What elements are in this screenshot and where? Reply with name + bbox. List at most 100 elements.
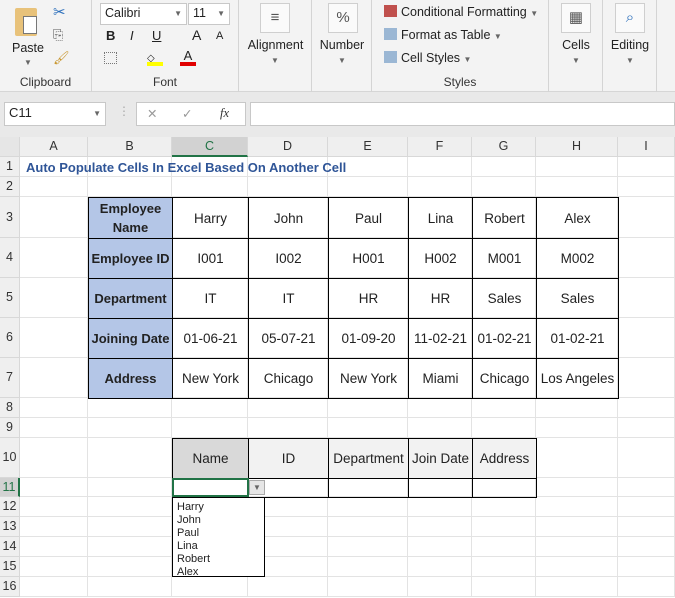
grid-cell[interactable]	[20, 478, 88, 497]
grid-cell[interactable]	[536, 557, 618, 577]
column-header-B[interactable]: B	[88, 137, 172, 157]
dropdown-arrow-button[interactable]: ▼	[249, 480, 265, 495]
dropdown-option[interactable]: Lina	[177, 540, 260, 553]
alignment-group[interactable]: ≡ Alignment ▼	[239, 0, 312, 92]
grid-cell[interactable]	[536, 478, 618, 497]
grid-cell[interactable]	[618, 418, 675, 438]
editing-group[interactable]: ⌕ Editing ▼	[603, 0, 657, 92]
grid-cell[interactable]	[472, 497, 536, 517]
dropdown-option[interactable]: Paul	[177, 527, 260, 540]
row-header-5[interactable]: 5	[0, 278, 20, 318]
grid-cell[interactable]	[536, 497, 618, 517]
paste-caret-icon[interactable]: ▼	[24, 58, 32, 67]
name-box[interactable]: C11 ▼	[4, 102, 106, 126]
grid-cell[interactable]	[618, 557, 675, 577]
bold-button[interactable]: B	[106, 28, 115, 43]
row-header-8[interactable]: 8	[0, 398, 20, 418]
grid-cell[interactable]	[618, 318, 675, 358]
cut-icon[interactable]: ✂	[53, 3, 66, 21]
grid-cell[interactable]	[88, 517, 172, 537]
grid-cell[interactable]	[20, 318, 88, 358]
editing-button[interactable]: Editing	[603, 38, 657, 52]
grid-cell[interactable]	[328, 517, 408, 537]
worksheet[interactable]: A B C D E F G H I 1 2 3 4 5 6 7 8 9 10 11 12 13 14 15 16 Auto Pop…	[0, 137, 675, 598]
insert-function-icon[interactable]: fx	[220, 106, 229, 121]
grid-cell[interactable]	[618, 278, 675, 318]
grid-cell[interactable]	[408, 557, 472, 577]
grid-cell[interactable]	[618, 398, 675, 418]
grid-cell[interactable]	[618, 537, 675, 557]
grid-cell[interactable]	[328, 537, 408, 557]
column-header-A[interactable]: A	[20, 137, 88, 157]
lookup-input-cell[interactable]	[408, 478, 473, 498]
grid-cell[interactable]	[88, 418, 172, 438]
grid-cell[interactable]	[20, 557, 88, 577]
row-header-16[interactable]: 16	[0, 577, 20, 597]
cell-styles-button[interactable]: Cell Styles ▼	[384, 51, 471, 65]
grid-cell[interactable]	[20, 438, 88, 478]
grid-cell[interactable]	[328, 418, 408, 438]
grid-cell[interactable]	[618, 517, 675, 537]
grid-cell[interactable]	[88, 478, 172, 497]
grid-cell[interactable]	[328, 557, 408, 577]
grid-cell[interactable]	[408, 418, 472, 438]
grid-cell[interactable]	[328, 177, 408, 197]
italic-button[interactable]: I	[130, 28, 134, 43]
grid-cell[interactable]	[408, 537, 472, 557]
grid-cell[interactable]	[172, 418, 248, 438]
underline-button[interactable]: U	[152, 28, 161, 43]
row-header-9[interactable]: 9	[0, 418, 20, 438]
grid-cell[interactable]	[536, 177, 618, 197]
conditional-formatting-button[interactable]: Conditional Formatting ▼	[384, 5, 538, 19]
grid-cell[interactable]	[618, 358, 675, 398]
selected-cell-c11[interactable]	[172, 478, 249, 497]
format-as-table-button[interactable]: Format as Table ▼	[384, 28, 502, 42]
row-header-14[interactable]: 14	[0, 537, 20, 557]
font-color-button[interactable]: A	[180, 48, 196, 66]
select-all-corner[interactable]	[0, 137, 20, 157]
grow-font-button[interactable]: A	[192, 27, 201, 43]
grid-cell[interactable]	[20, 418, 88, 438]
format-painter-icon[interactable]: 🖌	[53, 50, 70, 66]
borders-icon[interactable]	[104, 52, 117, 64]
grid-cell[interactable]	[248, 418, 328, 438]
row-header-4[interactable]: 4	[0, 238, 20, 278]
column-header-F[interactable]: F	[408, 137, 472, 157]
copy-icon[interactable]: ⎘	[53, 27, 63, 43]
column-header-I[interactable]: I	[618, 137, 675, 157]
dropdown-option[interactable]: Alex	[177, 566, 260, 579]
grid-cell[interactable]	[20, 177, 88, 197]
grid-cell[interactable]	[20, 197, 88, 238]
grid-cell[interactable]	[88, 177, 172, 197]
row-header-15[interactable]: 15	[0, 557, 20, 577]
cancel-icon[interactable]: ✕	[147, 106, 157, 121]
column-header-D[interactable]: D	[248, 137, 328, 157]
grid-cell[interactable]	[20, 497, 88, 517]
grid-cell[interactable]	[88, 398, 172, 418]
row-header-2[interactable]: 2	[0, 177, 20, 197]
grid-cell[interactable]	[88, 577, 172, 597]
grid-cell[interactable]	[618, 157, 675, 177]
column-header-C[interactable]: C	[172, 137, 248, 157]
grid-cell[interactable]	[408, 177, 472, 197]
shrink-font-button[interactable]: A	[216, 30, 223, 42]
row-header-11[interactable]: 11	[0, 478, 20, 497]
grid-cell[interactable]	[20, 577, 88, 597]
formula-bar-grip-icon[interactable]: ⋮	[118, 104, 130, 118]
grid-cell[interactable]	[472, 557, 536, 577]
grid-cell[interactable]	[408, 517, 472, 537]
grid-cell[interactable]	[408, 577, 472, 597]
alignment-button[interactable]: Alignment	[239, 38, 312, 52]
lookup-input-cell[interactable]	[328, 478, 409, 498]
grid-cell[interactable]	[248, 177, 328, 197]
grid-cell[interactable]	[536, 418, 618, 438]
grid-cell[interactable]	[472, 398, 536, 418]
dropdown-option[interactable]: Harry	[177, 501, 260, 514]
column-header-G[interactable]: G	[472, 137, 536, 157]
grid-cell[interactable]	[20, 238, 88, 278]
grid-cell[interactable]	[618, 497, 675, 517]
row-header-12[interactable]: 12	[0, 497, 20, 517]
grid-cell[interactable]	[618, 177, 675, 197]
font-size-combo[interactable]: 11 ▼	[188, 3, 230, 25]
grid-cell[interactable]	[472, 177, 536, 197]
